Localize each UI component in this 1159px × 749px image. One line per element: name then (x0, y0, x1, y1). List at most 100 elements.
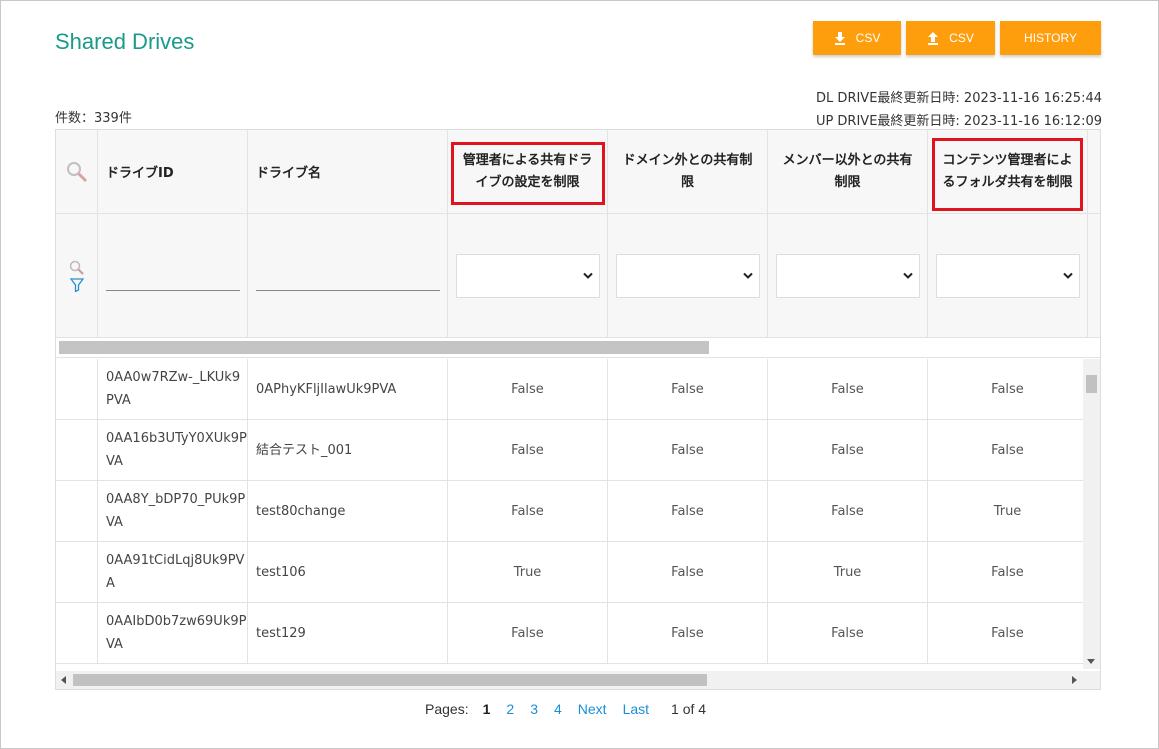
cell-member: False (768, 359, 928, 420)
cell-member: False (768, 481, 928, 542)
filter-drive-name-cell (248, 214, 448, 338)
row-spacer (56, 420, 98, 481)
page-2[interactable]: 2 (506, 701, 514, 717)
download-csv-label: CSV (855, 31, 881, 45)
filter-icon[interactable] (69, 277, 84, 292)
horizontal-scrollbar[interactable] (56, 671, 1100, 689)
header-horizontal-scrollbar[interactable] (56, 338, 1100, 358)
cell-drive-name: test80change (248, 481, 448, 542)
drives-table: ドライブID ドライブ名 管理者による共有ドライブの設定を制限 ドメイン外との共… (55, 129, 1101, 690)
cell-admin: True (448, 542, 608, 603)
download-csv-button[interactable]: CSV (813, 21, 901, 55)
cell-domain: False (608, 542, 768, 603)
cell-member: False (768, 420, 928, 481)
cell-drive-name: 0APhyKFljIlawUk9PVA (248, 359, 448, 420)
chevron-down-icon (902, 272, 913, 279)
scroll-down-icon[interactable] (1087, 659, 1095, 665)
table-row[interactable]: 0AA91tCidLqj8Uk9PVA test106 True False T… (56, 542, 1088, 603)
table-body: 0AA0w7RZw-_LKUk9PVA 0APhyKFljIlawUk9PVA … (56, 359, 1100, 664)
upload-icon (928, 31, 939, 45)
header-domain-restrict[interactable]: ドメイン外との共有制限 (608, 130, 768, 214)
chevron-down-icon (582, 272, 593, 279)
page-3[interactable]: 3 (530, 701, 538, 717)
highlight-box-admin (451, 142, 605, 205)
row-spacer (56, 603, 98, 664)
scroll-right-icon[interactable] (1072, 676, 1078, 684)
cell-drive-id: 0AA8Y_bDP70_PUk9PVA (98, 481, 248, 542)
cell-member: False (768, 603, 928, 664)
pagination-label: Pages: (425, 701, 469, 717)
cell-content: False (928, 542, 1088, 603)
cell-drive-id: 0AAIbD0b7zw69Uk9PVA (98, 603, 248, 664)
vertical-scroll-thumb[interactable] (1086, 375, 1097, 393)
scroll-left-icon[interactable] (61, 676, 67, 684)
cell-domain: False (608, 359, 768, 420)
filter-icons-cell (56, 214, 98, 338)
next-page-link[interactable]: Next (578, 701, 607, 717)
page-4[interactable]: 4 (554, 701, 562, 717)
vertical-scrollbar[interactable] (1083, 359, 1100, 669)
header-search-cell[interactable] (56, 130, 98, 214)
search-icon[interactable] (69, 260, 85, 276)
highlight-box-content (932, 138, 1083, 211)
page-status: 1 of 4 (671, 701, 707, 717)
filter-content-cell (928, 214, 1088, 338)
horizontal-scroll-thumb[interactable] (73, 674, 707, 686)
filter-row (56, 214, 1100, 338)
cell-drive-id: 0AA0w7RZw-_LKUk9PVA (98, 359, 248, 420)
pagination: Pages: 1 2 3 4 Next Last 1 of 4 (425, 701, 716, 717)
cell-domain: False (608, 481, 768, 542)
filter-member-select[interactable] (775, 253, 920, 298)
cell-drive-name: test129 (248, 603, 448, 664)
header-member-restrict[interactable]: メンバー以外との共有制限 (768, 130, 928, 214)
table-row[interactable]: 0AAIbD0b7zw69Uk9PVA test129 False False … (56, 603, 1088, 664)
filter-drive-id-cell (98, 214, 248, 338)
header-drive-id[interactable]: ドライブID (98, 130, 248, 214)
cell-content: False (928, 359, 1088, 420)
row-spacer (56, 359, 98, 420)
cell-drive-name: test106 (248, 542, 448, 603)
record-count: 件数：339件 (55, 111, 132, 126)
upload-csv-button[interactable]: CSV (906, 21, 995, 55)
table-row[interactable]: 0AA8Y_bDP70_PUk9PVA test80change False F… (56, 481, 1088, 542)
filter-admin-cell (448, 214, 608, 338)
cell-drive-id: 0AA16b3UTyY0XUk9PVA (98, 420, 248, 481)
row-spacer (56, 542, 98, 603)
cell-drive-id: 0AA91tCidLqj8Uk9PVA (98, 542, 248, 603)
filter-drive-id-input[interactable] (106, 290, 240, 291)
chevron-down-icon (1062, 272, 1073, 279)
cell-domain: False (608, 603, 768, 664)
filter-drive-name-input[interactable] (256, 290, 440, 291)
page-title: Shared Drives (55, 29, 195, 54)
up-drive-updated: UP DRIVE最終更新日時: 2023-11-16 16:12:09 (815, 114, 1102, 129)
cell-content: False (928, 603, 1088, 664)
history-label: HISTORY (1024, 31, 1077, 45)
row-spacer (56, 481, 98, 542)
history-button[interactable]: HISTORY (1000, 21, 1101, 55)
filter-member-cell (768, 214, 928, 338)
last-page-link[interactable]: Last (623, 701, 649, 717)
table-row[interactable]: 0AA0w7RZw-_LKUk9PVA 0APhyKFljIlawUk9PVA … (56, 359, 1088, 420)
dl-drive-updated: DL DRIVE最終更新日時: 2023-11-16 16:25:44 (816, 91, 1102, 106)
cell-domain: False (608, 420, 768, 481)
filter-domain-select[interactable] (615, 253, 760, 298)
chevron-down-icon (742, 272, 753, 279)
download-icon (834, 31, 845, 45)
upload-csv-label: CSV (949, 31, 974, 45)
cell-content: False (928, 420, 1088, 481)
cell-admin: False (448, 481, 608, 542)
cell-admin: False (448, 359, 608, 420)
search-icon[interactable] (66, 161, 88, 183)
header-spacer (1088, 130, 1100, 214)
header-scroll-thumb[interactable] (59, 341, 709, 354)
page-1[interactable]: 1 (483, 701, 491, 717)
header-drive-name[interactable]: ドライブ名 (248, 130, 448, 214)
filter-content-select[interactable] (935, 253, 1080, 298)
cell-admin: False (448, 603, 608, 664)
cell-admin: False (448, 420, 608, 481)
cell-content: True (928, 481, 1088, 542)
table-row[interactable]: 0AA16b3UTyY0XUk9PVA 結合テスト_001 False Fals… (56, 420, 1088, 481)
filter-spacer (1088, 214, 1100, 338)
filter-domain-cell (608, 214, 768, 338)
filter-admin-select[interactable] (455, 253, 600, 298)
